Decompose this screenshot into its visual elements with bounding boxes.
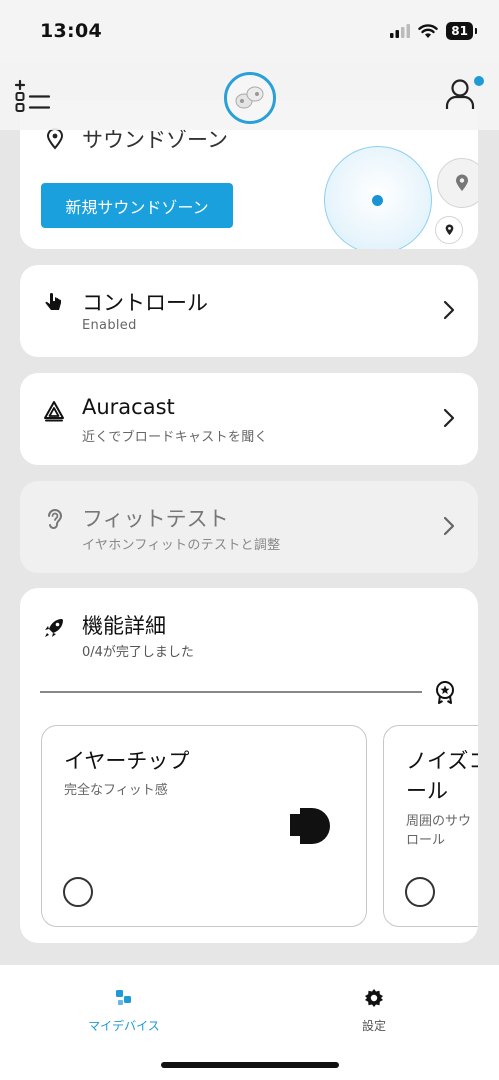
ear-tip-icon [290, 808, 330, 844]
fit-test-row[interactable]: フィットテスト イヤホンフィットのテストと調整 [20, 481, 478, 573]
small-locate-button[interactable] [435, 216, 463, 244]
auracast-subtitle: 近くでブロードキャストを聞く [82, 430, 268, 445]
noise-control-title: ノイズコ ール [406, 749, 478, 803]
rocket-icon [45, 619, 63, 637]
location-marker-icon [456, 174, 468, 191]
control-subtitle: Enabled [82, 318, 137, 333]
auracast-row[interactable]: Auracast 近くでブロードキャストを聞く [20, 373, 478, 465]
control-title: コントロール [82, 291, 208, 315]
feature-details-card: 機能詳細 0/4が完了しました イヤーチップ 完全なフィット感 ノイズコ ール … [20, 588, 478, 943]
tab-my-device[interactable]: マイデバイス [64, 977, 184, 1033]
fit-test-subtitle: イヤホンフィットのテストと調整 [82, 538, 281, 553]
auracast-title: Auracast [82, 395, 175, 419]
auracast-icon [44, 401, 64, 422]
earbuds-device-icon [235, 86, 264, 109]
status-icons: 81 [390, 22, 477, 40]
feature-progress-bar [40, 691, 422, 693]
chevron-right-icon [443, 516, 455, 536]
chevron-right-icon [443, 408, 455, 428]
touch-gesture-icon [45, 292, 61, 310]
fit-test-title: フィットテスト [82, 507, 229, 531]
feature-details-title: 機能詳細 [82, 614, 166, 638]
ear-tip-subtitle: 完全なフィット感 [64, 783, 168, 798]
chevron-right-icon [443, 300, 455, 320]
home-indicator[interactable] [161, 1062, 339, 1068]
locate-button[interactable] [437, 158, 478, 208]
menu-button[interactable] [14, 78, 54, 114]
device-logo-button[interactable] [224, 72, 276, 124]
battery-indicator: 81 [446, 22, 477, 40]
current-location-dot [372, 195, 383, 206]
noise-control-check-circle[interactable] [405, 877, 435, 907]
ear-tip-feature-tile[interactable]: イヤーチップ 完全なフィット感 [41, 725, 367, 927]
my-device-icon [116, 990, 131, 1005]
noise-control-feature-tile[interactable]: ノイズコ ール 周囲のサウ ロール [383, 725, 478, 927]
app-header [0, 62, 499, 130]
feature-progress-text: 0/4が完了しました [82, 645, 194, 660]
notification-dot [474, 76, 484, 86]
award-badge-icon [436, 681, 454, 704]
status-bar: 13:04 81 [0, 0, 499, 62]
new-sound-zone-button[interactable]: 新規サウンドゾーン [41, 183, 233, 228]
status-time: 13:04 [40, 20, 102, 42]
small-location-marker-icon [445, 224, 453, 236]
ear-tip-title: イヤーチップ [64, 749, 190, 773]
ear-icon [48, 509, 63, 529]
tab-my-device-label: マイデバイス [88, 1019, 160, 1033]
tab-settings-label: 設定 [361, 1019, 386, 1033]
location-pin-icon [46, 128, 64, 150]
control-row[interactable]: コントロール Enabled [20, 265, 478, 357]
list-menu-icon [14, 79, 51, 112]
settings-gear-icon [365, 989, 383, 1007]
wifi-icon [418, 23, 438, 38]
ear-tip-check-circle[interactable] [63, 877, 93, 907]
tab-settings[interactable]: 設定 [314, 977, 434, 1033]
user-account-icon [445, 79, 475, 109]
noise-control-subtitle: 周囲のサウ ロール [406, 814, 472, 848]
cellular-signal-icon [390, 24, 411, 38]
